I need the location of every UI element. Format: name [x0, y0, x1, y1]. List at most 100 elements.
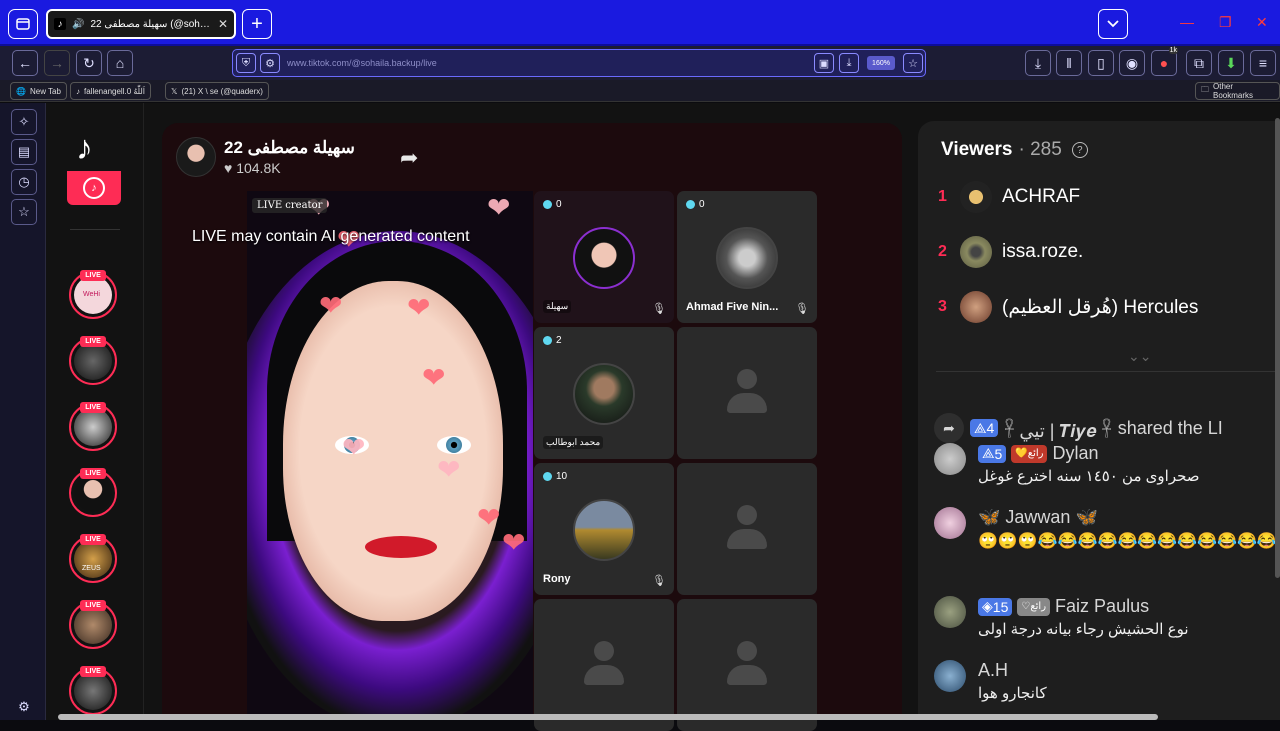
guest-name: محمد ابوطالب	[543, 436, 604, 449]
folder-icon: 🗀	[1201, 85, 1209, 94]
extensions-puzzle-icon[interactable]: ⧉	[1186, 50, 1212, 76]
saved-pages-icon[interactable]: ▤	[11, 139, 37, 165]
tiktok-logo-icon[interactable]: ♪	[76, 129, 93, 168]
history-icon[interactable]: ◷	[11, 169, 37, 195]
bookmark-x[interactable]: 𝕏 (21) X \ se (@quaderx)	[165, 82, 269, 100]
viewers-count: · 285	[1018, 139, 1062, 160]
active-tab[interactable]: ♪ 🔊 سهيلة مصطفى 22 (@sohaila.backup... ✕	[46, 9, 236, 39]
chat-username[interactable]: 🦋 Jawwan 🦋	[978, 507, 1098, 528]
expand-chevron-icon[interactable]: ⌄⌄	[1128, 348, 1151, 365]
close-window-icon[interactable]: ✕	[1256, 14, 1268, 31]
chat-username[interactable]: A.H	[978, 660, 1008, 681]
save-page-icon[interactable]: ⤓	[839, 53, 859, 73]
downloads-icon[interactable]: ⤓	[1025, 50, 1051, 76]
top-viewer-2[interactable]: 2 issa.roze.	[938, 236, 1083, 268]
empty-seat-icon	[584, 641, 624, 691]
chat-username[interactable]: 𓋹 تيي | 𝑻𝒊𝒚𝒆 𓋹	[1004, 413, 1111, 443]
heart-icon: ❤	[319, 290, 343, 321]
live-avatar-3[interactable]: LIVE	[69, 402, 117, 451]
shield-icon[interactable]: ⛨	[236, 53, 256, 73]
site-settings-icon[interactable]: ⚙	[260, 53, 280, 73]
chat-username[interactable]: Dylan	[1052, 443, 1098, 464]
sidebar-toggle-icon[interactable]: ▯	[1088, 50, 1114, 76]
bookmark-star-icon[interactable]: ☆	[903, 53, 923, 73]
guest-tile-4[interactable]: 10 Rony 🎙	[534, 463, 674, 595]
guest-tile-empty-2[interactable]	[677, 463, 817, 595]
live-avatar-1[interactable]: LIVE WeHi	[69, 270, 117, 319]
viewer-name: ACHRAF	[1002, 186, 1081, 207]
close-tab-icon[interactable]: ✕	[218, 17, 228, 31]
pip-icon[interactable]: ▣	[814, 53, 834, 73]
top-viewer-1[interactable]: 1 ACHRAF	[938, 181, 1080, 213]
share-icon[interactable]: ➦	[400, 145, 418, 171]
chat-text: صحراوى من ١٤٥٠ سنه اخترع غوغل	[978, 468, 1200, 485]
minimize-icon[interactable]: —	[1180, 14, 1194, 30]
tiktok-left-nav: ♪ ♪ LIVE WeHi LIVE LIVE LIVE LIVE ZEUS LIV…	[46, 103, 144, 720]
chat-username[interactable]: Faiz Paulus	[1055, 596, 1149, 617]
host-info[interactable]: سهيلة مصطفى 22 ♥ 104.8K	[176, 137, 355, 177]
host-avatar[interactable]	[176, 137, 216, 177]
home-button[interactable]: ⌂	[107, 50, 133, 76]
new-tab-button[interactable]: +	[242, 9, 272, 39]
zoom-level[interactable]: 160%	[867, 56, 895, 70]
chat-avatar[interactable]	[934, 660, 966, 692]
guest-tile-empty-1[interactable]	[677, 327, 817, 459]
reload-button[interactable]: ↻	[76, 50, 102, 76]
guest-tile-empty-4[interactable]	[677, 599, 817, 731]
live-avatar-7[interactable]: LIVE	[69, 666, 117, 715]
host-name[interactable]: سهيلة مصطفى 22	[224, 138, 355, 158]
extension-icon[interactable]: ● 1k	[1151, 47, 1178, 76]
heart-icon: ♥	[224, 160, 233, 176]
guest-name: Ahmad Five Nin...	[686, 301, 779, 313]
horizontal-scrollbar[interactable]	[58, 714, 1158, 720]
level-badge: ◈ 15	[978, 597, 1013, 616]
guest-tile-1[interactable]: 0 سهيلة 🎙	[534, 191, 674, 323]
guest-tile-2[interactable]: 0 Ahmad Five Nin... 🎙	[677, 191, 817, 323]
bookmark-new-tab[interactable]: 🌐 New Tab	[10, 82, 67, 100]
back-button[interactable]: ←	[12, 50, 38, 76]
live-avatar-2[interactable]: LIVE	[69, 336, 117, 385]
bookmark-tiktok[interactable]: ♪ fallenangell.0 ‏اَللّٰهُ	[70, 82, 151, 100]
live-avatar-4[interactable]: LIVE	[69, 468, 117, 517]
chat-avatar[interactable]	[934, 596, 966, 628]
account-icon[interactable]: ◉	[1119, 50, 1145, 76]
muted-mic-icon: 🎙	[795, 303, 809, 315]
speaker-icon[interactable]: 🔊	[72, 19, 84, 30]
chat-avatar[interactable]	[934, 443, 966, 475]
empty-seat-icon	[727, 369, 767, 419]
other-bookmarks[interactable]: 🗀 Other Bookmarks	[1195, 82, 1280, 100]
muted-mic-icon: 🎙	[652, 575, 666, 587]
rank-number: 2	[938, 243, 947, 260]
live-badge: LIVE	[80, 600, 106, 611]
avatar-text: WeHi	[83, 291, 100, 298]
live-avatar-6[interactable]: LIVE	[69, 600, 117, 649]
viewers-header: Viewers · 285 ?	[941, 139, 1088, 161]
viewer-avatar	[960, 291, 992, 323]
chat-scrollbar[interactable]	[1275, 118, 1280, 578]
level-badge: ⟁ 4	[970, 419, 999, 437]
library-icon[interactable]: ‖	[1056, 50, 1082, 76]
live-avatar-5[interactable]: LIVE ZEUS	[69, 534, 117, 583]
main-video[interactable]: ❤ ❤ ❤ ❤ ❤ ❤ ❤ ❤ ❤ ❤	[247, 191, 533, 720]
tabs-dropdown-button[interactable]	[1098, 9, 1128, 39]
chat-avatar[interactable]	[934, 507, 966, 539]
favorites-icon[interactable]: ☆	[11, 199, 37, 225]
top-viewer-3[interactable]: 3 (هُرقل العظيم) Hercules	[938, 291, 1198, 323]
chat-share-event: ➦ ⟁ 4 𓋹 تيي | 𝑻𝒊𝒚𝒆 𓋹 shared the LI	[934, 413, 1223, 443]
restore-icon[interactable]: ❐	[1219, 14, 1232, 31]
url-text[interactable]: www.tiktok.com/@sohaila.backup/live	[287, 58, 437, 68]
address-bar[interactable]: ⛨ ⚙ www.tiktok.com/@sohaila.backup/live …	[232, 49, 926, 77]
empty-seat-icon	[727, 505, 767, 555]
tab-menu-button[interactable]	[8, 9, 38, 39]
menu-icon[interactable]: ≡	[1250, 50, 1276, 76]
settings-gear-icon[interactable]: ⚙	[11, 694, 37, 720]
guest-tile-empty-3[interactable]	[534, 599, 674, 731]
forward-button[interactable]: →	[44, 50, 70, 76]
help-icon[interactable]: ?	[1071, 142, 1088, 158]
guest-tile-3[interactable]: 2 محمد ابوطالب	[534, 327, 674, 459]
ai-sparkle-icon[interactable]: ✧	[11, 109, 37, 135]
bookmarks-bar: 🌐 New Tab ♪ fallenangell.0 ‏اَللّٰهُ 𝕏 (21)…	[0, 80, 1280, 102]
live-logo-icon[interactable]: ♪	[67, 171, 121, 205]
download-arrow-icon[interactable]: ⬇	[1218, 50, 1244, 76]
window-icon	[16, 18, 30, 30]
